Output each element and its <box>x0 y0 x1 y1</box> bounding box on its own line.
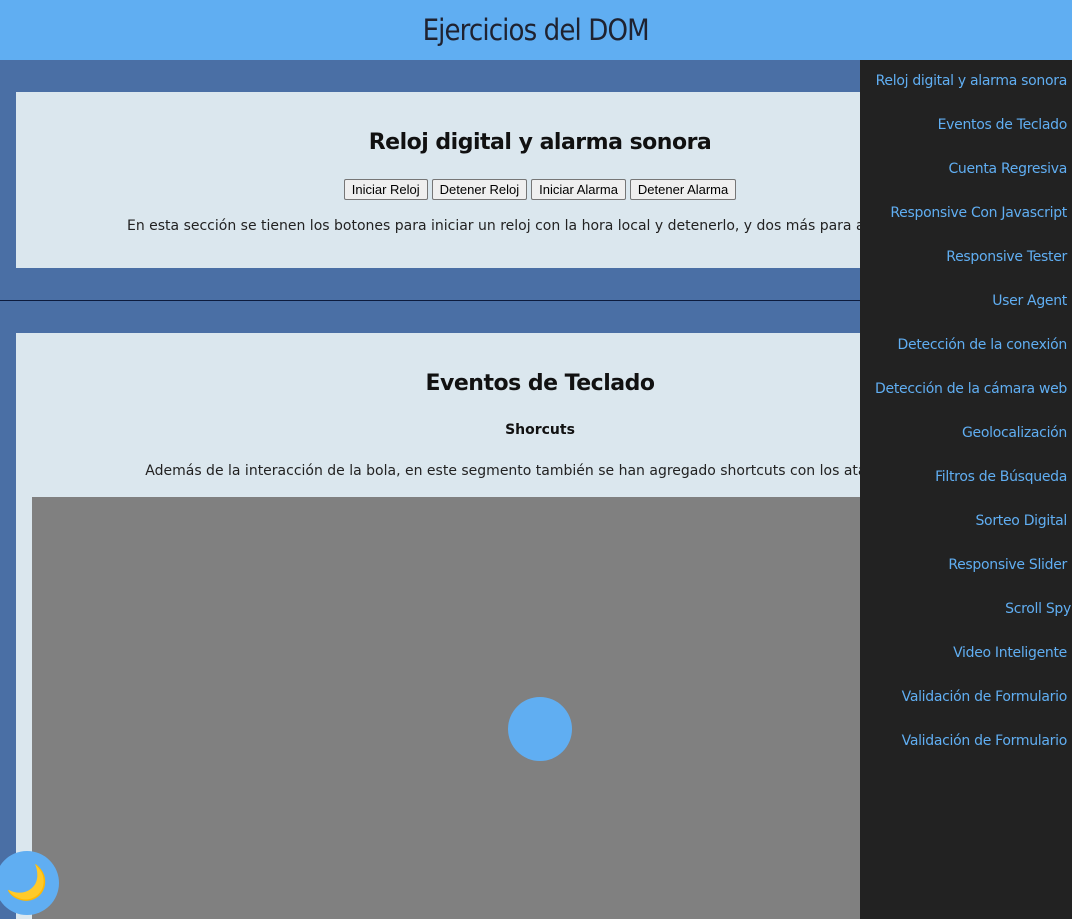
menu-item-geolocalizacion[interactable]: Geolocalización <box>962 425 1067 441</box>
side-menu: Reloj digital y alarma sonora Eventos de… <box>860 60 1072 919</box>
start-alarm-button[interactable]: Iniciar Alarma <box>531 179 626 200</box>
menu-item-validacion-1[interactable]: Validación de Formulario <box>902 689 1068 705</box>
menu-item-reloj[interactable]: Reloj digital y alarma sonora <box>876 73 1068 89</box>
menu-item-responsive-tester[interactable]: Responsive Tester <box>946 249 1067 265</box>
menu-item-sorteo[interactable]: Sorteo Digital <box>975 513 1067 529</box>
menu-item-scroll-spy[interactable]: Scroll Spy <box>1005 601 1071 617</box>
moon-icon: 🌙 <box>5 864 49 902</box>
menu-item-validacion-2[interactable]: Validación de Formulario <box>902 733 1068 749</box>
menu-item-video[interactable]: Video Inteligente <box>953 645 1067 661</box>
menu-item-camara[interactable]: Detección de la cámara web <box>875 381 1067 397</box>
menu-item-user-agent[interactable]: User Agent <box>992 293 1067 309</box>
menu-item-filtros[interactable]: Filtros de Búsqueda <box>935 469 1067 485</box>
menu-item-conexion[interactable]: Detección de la conexión <box>898 337 1068 353</box>
page-header: Ejercicios del DOM <box>0 0 1072 60</box>
menu-item-eventos-teclado[interactable]: Eventos de Teclado <box>938 117 1068 133</box>
menu-item-responsive-js[interactable]: Responsive Con Javascript <box>890 205 1067 221</box>
page-title: Ejercicios del DOM <box>422 13 650 47</box>
stop-alarm-button[interactable]: Detener Alarma <box>629 179 737 200</box>
menu-item-cuenta-regresiva[interactable]: Cuenta Regresiva <box>948 161 1067 177</box>
stop-clock-button[interactable]: Detener Reloj <box>431 179 528 200</box>
start-clock-button[interactable]: Iniciar Reloj <box>343 179 428 200</box>
ball[interactable] <box>508 697 572 761</box>
menu-item-slider[interactable]: Responsive Slider <box>948 557 1067 573</box>
